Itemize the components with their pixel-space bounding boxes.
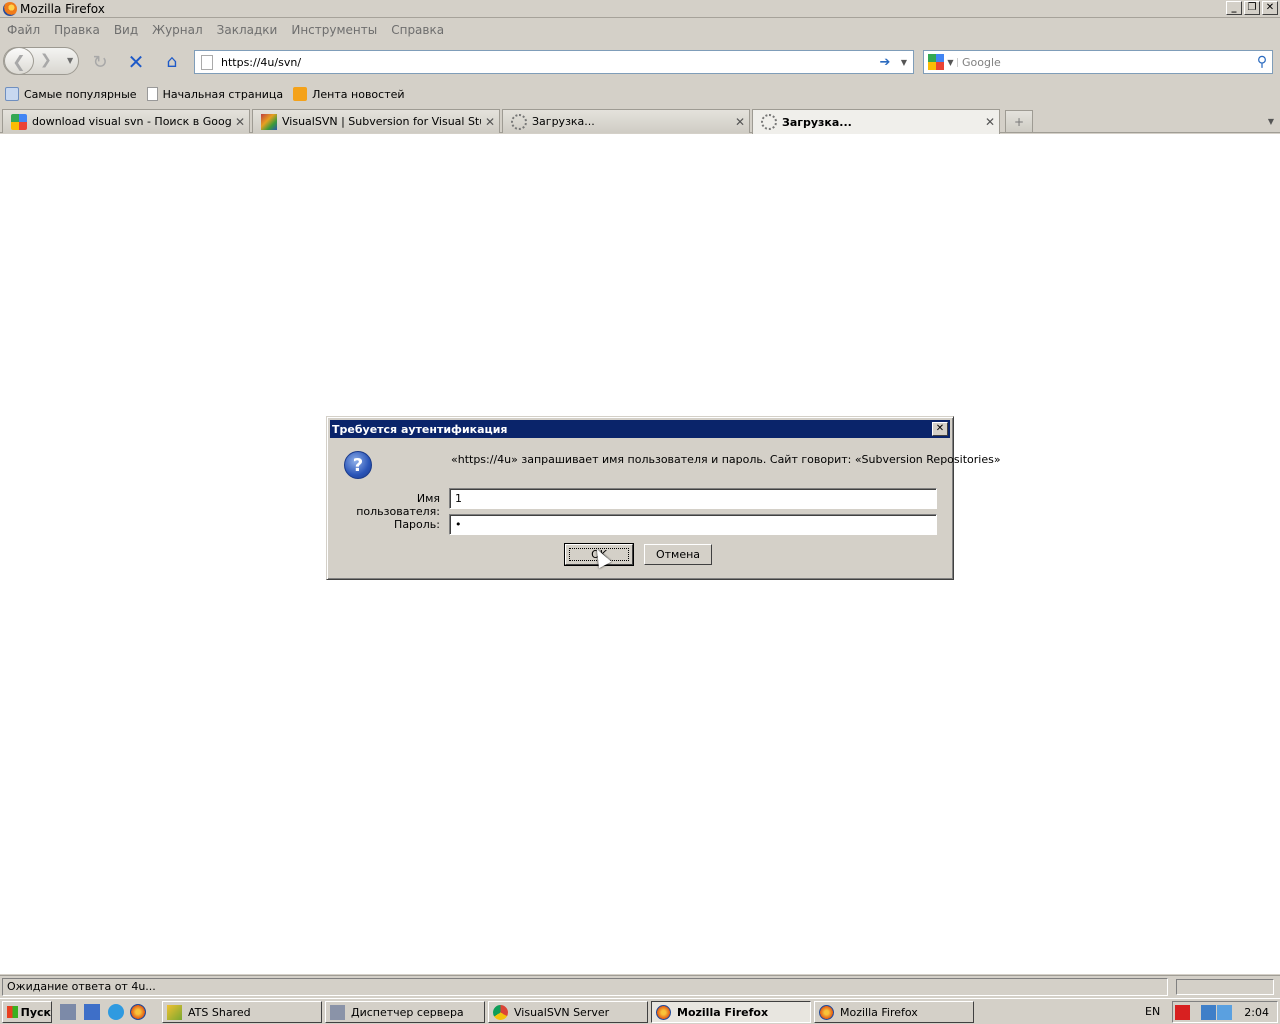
question-icon: ? bbox=[344, 451, 372, 479]
menu-history[interactable]: Журнал bbox=[152, 23, 203, 37]
dialog-titlebar: Требуется аутентификация ✕ bbox=[330, 420, 950, 438]
firefox-icon bbox=[656, 1004, 671, 1020]
bookmark-start-page[interactable]: Начальная страница bbox=[146, 87, 283, 101]
chrome-icon bbox=[493, 1004, 508, 1020]
status-bar: Ожидание ответа от 4u... bbox=[0, 975, 1280, 997]
status-progress bbox=[1176, 979, 1274, 995]
forward-button[interactable]: ❯ bbox=[40, 52, 52, 68]
tab-loading-active[interactable]: Загрузка... ✕ bbox=[752, 109, 1000, 134]
tab-visualsvn[interactable]: VisualSVN | Subversion for Visual Studio… bbox=[252, 109, 500, 133]
system-tray: 2:04 bbox=[1172, 1001, 1278, 1023]
cancel-button[interactable]: Отмена bbox=[644, 544, 712, 565]
username-field[interactable] bbox=[449, 488, 937, 509]
new-tab-button[interactable]: + bbox=[1005, 110, 1033, 132]
visualsvn-icon bbox=[261, 113, 277, 130]
google-icon[interactable] bbox=[928, 54, 944, 70]
taskbar-item-ats-shared[interactable]: ATS Shared bbox=[162, 1001, 322, 1023]
page-icon bbox=[146, 87, 158, 101]
google-icon bbox=[11, 113, 27, 130]
firefox-icon bbox=[3, 1, 17, 16]
taskbar-item-firefox-active[interactable]: Mozilla Firefox bbox=[651, 1001, 811, 1023]
stop-icon[interactable]: ✕ bbox=[125, 50, 147, 74]
tab-strip: download visual svn - Поиск в Google ✕ V… bbox=[0, 107, 1280, 134]
page-icon bbox=[201, 54, 213, 70]
firefox-icon[interactable] bbox=[130, 1004, 146, 1020]
dialog-close-button[interactable]: ✕ bbox=[932, 422, 948, 436]
maximize-button[interactable]: ❐ bbox=[1244, 1, 1260, 15]
most-visited-icon bbox=[5, 87, 19, 101]
minimize-button[interactable]: _ bbox=[1226, 1, 1242, 15]
url-bar: ➔ ▼ bbox=[194, 50, 914, 74]
loading-icon bbox=[761, 114, 777, 130]
menu-help[interactable]: Справка bbox=[391, 23, 444, 37]
menu-file[interactable]: Файл bbox=[7, 23, 40, 37]
username-label: Имя пользователя: bbox=[356, 492, 440, 518]
history-dropdown-icon[interactable]: ▼ bbox=[67, 56, 73, 65]
taskbar-item-server-manager[interactable]: Диспетчер сервера bbox=[325, 1001, 485, 1023]
clock: 2:04 bbox=[1244, 1006, 1269, 1019]
loading-icon bbox=[511, 113, 527, 130]
search-input[interactable] bbox=[962, 52, 1252, 72]
search-bar: ▼ ⚲ bbox=[923, 50, 1273, 74]
menu-tools[interactable]: Инструменты bbox=[291, 23, 377, 37]
dialog-title: Требуется аутентификация bbox=[332, 422, 508, 436]
status-text: Ожидание ответа от 4u... bbox=[2, 978, 1168, 996]
folder-icon bbox=[167, 1004, 182, 1020]
taskbar: Пуск ATS Shared Диспетчер сервера Visual… bbox=[0, 998, 1280, 1024]
close-tab-icon[interactable]: ✕ bbox=[731, 115, 749, 129]
close-window-button[interactable]: ✕ bbox=[1262, 1, 1278, 15]
menu-bar: Файл Правка Вид Журнал Закладки Инструме… bbox=[0, 19, 1280, 41]
tab-loading-1[interactable]: Загрузка... ✕ bbox=[502, 109, 750, 133]
start-button[interactable]: Пуск bbox=[2, 1001, 52, 1023]
menu-view[interactable]: Вид bbox=[114, 23, 138, 37]
go-arrow-icon[interactable]: ➔ bbox=[875, 55, 895, 70]
reload-icon[interactable]: ↻ bbox=[89, 51, 111, 73]
dialog-message: «https://4u» запрашивает имя пользовател… bbox=[451, 453, 1001, 466]
navigation-toolbar: ❮ ❯ ▼ ↻ ✕ ⌂ ➔ ▼ ▼ ⚲ bbox=[0, 42, 1280, 80]
back-forward-group: ❮ ❯ ▼ bbox=[3, 47, 79, 75]
close-tab-icon[interactable]: ✕ bbox=[981, 115, 999, 129]
volume-icon[interactable] bbox=[1217, 1005, 1232, 1020]
search-engine-dropdown-icon[interactable]: ▼ bbox=[944, 57, 958, 67]
rss-icon bbox=[293, 87, 308, 101]
taskbar-item-visualsvn-server[interactable]: VisualSVN Server bbox=[488, 1001, 648, 1023]
search-icon[interactable]: ⚲ bbox=[1252, 54, 1272, 70]
back-button[interactable]: ❮ bbox=[4, 47, 34, 75]
home-icon[interactable]: ⌂ bbox=[161, 51, 183, 73]
show-desktop-icon[interactable] bbox=[84, 1004, 100, 1020]
bookmark-news-feed[interactable]: Лента новостей bbox=[293, 87, 405, 101]
menu-bookmarks[interactable]: Закладки bbox=[217, 23, 278, 37]
taskbar-item-firefox[interactable]: Mozilla Firefox bbox=[814, 1001, 974, 1023]
window-title: Mozilla Firefox bbox=[20, 1, 105, 16]
url-input[interactable] bbox=[221, 52, 875, 72]
password-label: Пароль: bbox=[394, 518, 440, 531]
windows-logo-icon bbox=[7, 1006, 18, 1018]
firefox-icon bbox=[819, 1004, 834, 1020]
language-indicator[interactable]: EN bbox=[1145, 1005, 1160, 1018]
auth-dialog: Требуется аутентификация ✕ ? «https://4u… bbox=[326, 416, 1001, 580]
tab-google-search[interactable]: download visual svn - Поиск в Google ✕ bbox=[2, 109, 250, 133]
window-titlebar: Mozilla Firefox _ ❐ ✕ bbox=[0, 0, 1280, 18]
close-tab-icon[interactable]: ✕ bbox=[231, 115, 249, 129]
antivirus-icon[interactable] bbox=[1175, 1005, 1190, 1020]
bookmark-most-visited[interactable]: Самые популярные bbox=[5, 87, 137, 101]
password-field[interactable] bbox=[449, 514, 937, 535]
network-icon[interactable] bbox=[1201, 1005, 1216, 1020]
menu-edit[interactable]: Правка bbox=[54, 23, 100, 37]
server-icon bbox=[330, 1004, 345, 1020]
url-dropdown-icon[interactable]: ▼ bbox=[895, 58, 913, 67]
internet-explorer-icon[interactable] bbox=[108, 1004, 124, 1020]
bookmarks-toolbar: Самые популярные Начальная страница Лент… bbox=[0, 82, 1280, 106]
close-tab-icon[interactable]: ✕ bbox=[481, 115, 499, 129]
server-manager-icon[interactable] bbox=[60, 1004, 76, 1020]
tab-list-dropdown-icon[interactable]: ▼ bbox=[1264, 112, 1278, 132]
